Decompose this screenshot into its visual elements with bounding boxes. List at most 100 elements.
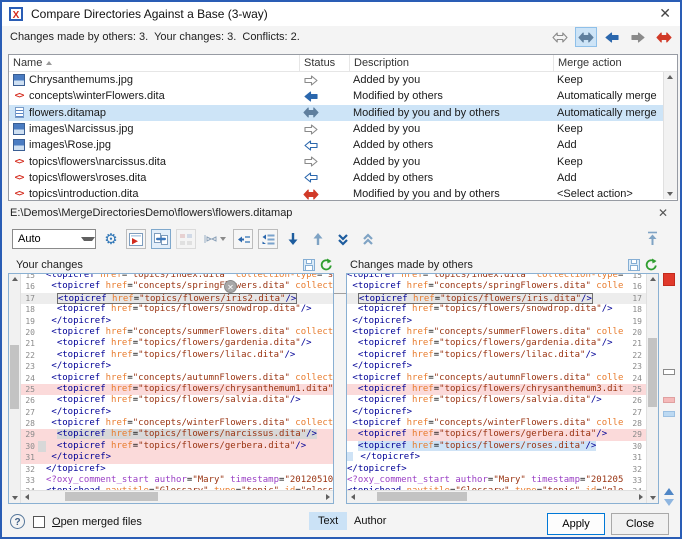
- left-editor-vertical-scrollbar[interactable]: [9, 274, 21, 503]
- scroll-left-icon[interactable]: [347, 491, 358, 502]
- scroll-up-icon[interactable]: [647, 274, 658, 284]
- scrollbar-thumb[interactable]: [377, 492, 467, 501]
- align-differences-button[interactable]: [201, 229, 228, 249]
- code-line[interactable]: 28 <topicref href="concepts/winterFlower…: [21, 418, 333, 429]
- code-line[interactable]: 29 <topicref href="topics/flowers/narcis…: [21, 429, 333, 440]
- your-changes-filter-button[interactable]: [627, 27, 649, 47]
- scroll-right-icon[interactable]: [322, 491, 333, 502]
- merge-action-cell[interactable]: Add: [553, 172, 663, 184]
- merge-action-cell[interactable]: Keep: [553, 123, 663, 135]
- merge-action-cell[interactable]: <Select action>: [553, 188, 663, 200]
- column-header-description[interactable]: Description: [349, 55, 553, 71]
- code-line[interactable]: 26 <topicref href="topics/flowers/salvia…: [21, 395, 333, 406]
- previous-conflict-button[interactable]: [358, 229, 378, 249]
- right-editor-vertical-scrollbar[interactable]: [646, 274, 658, 503]
- close-button[interactable]: Close: [611, 513, 669, 535]
- conflict-mark[interactable]: [663, 273, 675, 286]
- code-line[interactable]: <topicref href="topics/flowers/chrysanth…: [347, 384, 646, 395]
- scroll-right-icon[interactable]: [635, 491, 646, 502]
- code-line[interactable]: <topicref href="topics/flowers/gardenia.…: [347, 338, 646, 349]
- code-line[interactable]: <topicref href="topics/flowers/snowdrop.…: [347, 304, 646, 315]
- table-row[interactable]: <>concepts\winterFlowers.ditaModified by…: [9, 88, 663, 104]
- copy-all-changes-button[interactable]: [258, 229, 278, 249]
- save-icon[interactable]: [628, 259, 640, 271]
- right-code-area[interactable]: <topicref href="topics/index.dita" colle…: [347, 274, 646, 490]
- help-icon[interactable]: ?: [10, 514, 25, 529]
- modified-change-mark[interactable]: [663, 397, 675, 403]
- code-line[interactable]: 15<topicref href="topics/index.dita" col…: [21, 274, 333, 281]
- merge-action-cell[interactable]: Keep: [553, 74, 663, 86]
- changes-by-others-filter-button[interactable]: [601, 27, 623, 47]
- code-line[interactable]: <topicref href="topics/flowers/lilac.dit…: [347, 350, 646, 361]
- scrollbar-thumb[interactable]: [648, 338, 657, 407]
- added-change-mark[interactable]: [663, 411, 675, 417]
- open-merged-label[interactable]: Open merged files: [52, 516, 142, 528]
- close-comparison-icon[interactable]: ✕: [658, 206, 668, 220]
- change-action-icon[interactable]: ✕: [224, 280, 237, 293]
- merge-action-cell[interactable]: Automatically merge: [553, 90, 663, 102]
- code-line[interactable]: </topicref>23: [347, 361, 646, 372]
- code-line[interactable]: 21 <topicref href="topics/flowers/garden…: [21, 338, 333, 349]
- modified-by-both-filter-button[interactable]: [575, 27, 597, 47]
- all-changes-button[interactable]: [549, 27, 571, 47]
- current-change-mark[interactable]: [663, 369, 675, 375]
- scrollbar-thumb[interactable]: [65, 492, 159, 501]
- column-header-merge-action[interactable]: Merge action: [553, 55, 677, 71]
- apply-button[interactable]: Apply: [547, 513, 605, 535]
- changes-by-others-editor[interactable]: <topicref href="topics/index.dita" colle…: [346, 273, 659, 504]
- code-line[interactable]: 32</topicref>: [21, 464, 333, 475]
- previous-change-icon[interactable]: [664, 488, 674, 495]
- author-mode-tab[interactable]: Author: [354, 515, 386, 527]
- open-merged-files-checkbox[interactable]: [33, 516, 45, 528]
- previous-difference-button[interactable]: [308, 229, 328, 249]
- perform-files-differencing-button[interactable]: [126, 229, 146, 249]
- right-editor-horizontal-scrollbar[interactable]: [347, 490, 646, 503]
- scroll-down-icon[interactable]: [647, 493, 658, 503]
- code-line[interactable]: 25 <topicref href="topics/flowers/chrysa…: [21, 384, 333, 395]
- code-line[interactable]: 23 </topicref>: [21, 361, 333, 372]
- table-vertical-scrollbar[interactable]: [663, 72, 677, 199]
- next-conflict-button[interactable]: [333, 229, 353, 249]
- scrollbar-thumb[interactable]: [10, 345, 19, 409]
- code-line[interactable]: 33<?oxy_comment_start author="Mary" time…: [21, 475, 333, 486]
- merge-action-cell[interactable]: Add: [553, 139, 663, 151]
- code-line[interactable]: <topicref href="concepts/winterFlowers.d…: [347, 418, 646, 429]
- window-close-icon[interactable]: ✕: [659, 5, 671, 22]
- column-header-name[interactable]: Name: [9, 55, 299, 71]
- scroll-down-icon[interactable]: [9, 493, 20, 503]
- table-row[interactable]: <>topics\flowers\narcissus.ditaAdded by …: [9, 153, 663, 169]
- code-line[interactable]: <topicref href="topics/flowers/salvia.di…: [347, 395, 646, 406]
- merge-action-cell[interactable]: Automatically merge: [553, 107, 663, 119]
- code-line[interactable]: <topicref href="topics/flowers/iris.dita…: [347, 293, 646, 304]
- table-row[interactable]: images\Rose.jpgAdded by othersAdd: [9, 137, 663, 153]
- code-line[interactable]: <topicref href="topics/index.dita" colle…: [347, 274, 646, 281]
- code-line[interactable]: </topicref>32: [347, 464, 646, 475]
- copy-change-from-right-button[interactable]: [233, 229, 253, 249]
- table-row[interactable]: Chrysanthemums.jpgAdded by youKeep: [9, 72, 663, 88]
- table-row[interactable]: <>topics\introduction.ditaModified by yo…: [9, 186, 663, 200]
- next-change-icon[interactable]: [664, 499, 674, 506]
- settings-button[interactable]: ⚙: [101, 229, 121, 249]
- text-mode-tab[interactable]: Text: [309, 512, 347, 530]
- column-header-status[interactable]: Status: [299, 55, 349, 71]
- code-line[interactable]: <topicref href="concepts/autumnFlowers.d…: [347, 373, 646, 384]
- code-line[interactable]: </topicref>19: [347, 316, 646, 327]
- table-row[interactable]: <>topics\flowers\roses.ditaAdded by othe…: [9, 170, 663, 186]
- code-line[interactable]: 20 <topicref href="concepts/summerFlower…: [21, 327, 333, 338]
- code-line[interactable]: 31 </topicref>: [21, 452, 333, 463]
- next-difference-button[interactable]: [283, 229, 303, 249]
- code-line[interactable]: 24 <topicref href="concepts/autumnFlower…: [21, 373, 333, 384]
- left-code-area[interactable]: 15<topicref href="topics/index.dita" col…: [21, 274, 333, 490]
- refresh-icon[interactable]: [644, 258, 657, 271]
- merge-action-cell[interactable]: Keep: [553, 156, 663, 168]
- conflicts-filter-button[interactable]: [653, 27, 675, 47]
- code-line[interactable]: 17 <topicref href="topics/flowers/iris2.…: [21, 293, 333, 304]
- code-line[interactable]: <?oxy_comment_start author="Mary" timest…: [347, 475, 646, 486]
- scroll-down-icon[interactable]: [664, 189, 675, 199]
- diff-algorithm-select[interactable]: Auto: [12, 229, 96, 249]
- code-line[interactable]: 16 <topicref href="concepts/springFlower…: [21, 281, 333, 292]
- scroll-up-icon[interactable]: [664, 72, 675, 82]
- code-line[interactable]: 18 <topicref href="topics/flowers/snowdr…: [21, 304, 333, 315]
- code-line[interactable]: <topicref href="concepts/summerFlowers.d…: [347, 327, 646, 338]
- refresh-icon[interactable]: [319, 258, 332, 271]
